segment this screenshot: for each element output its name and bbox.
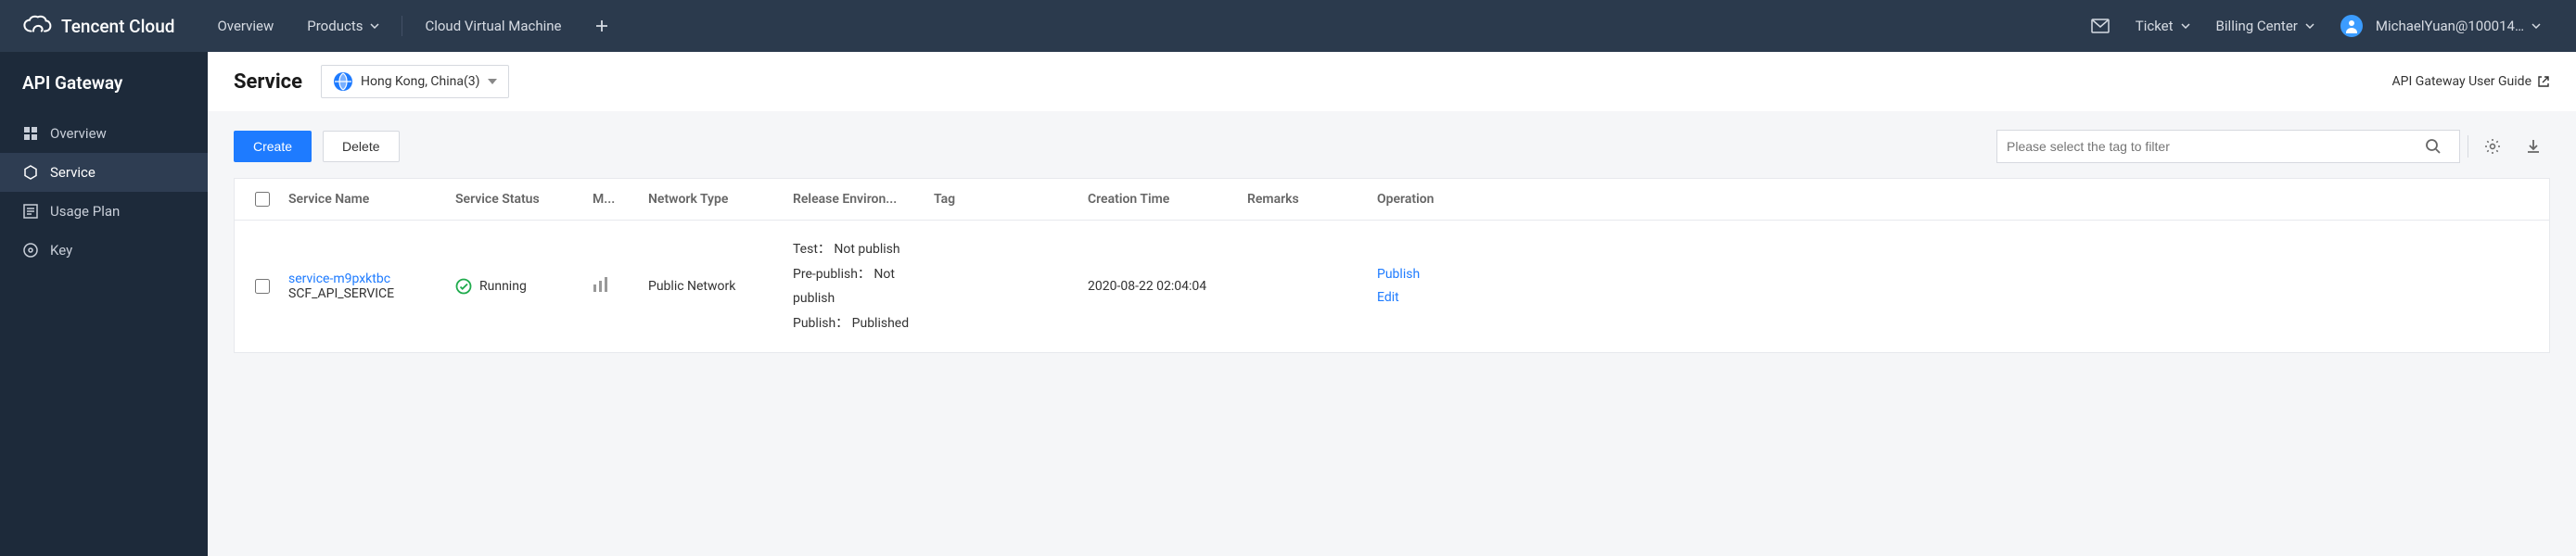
sidebar-item-usage-plan[interactable]: Usage Plan (0, 192, 208, 231)
mail-icon (2091, 19, 2110, 33)
page-title: Service (234, 70, 302, 94)
edit-link[interactable]: Edit (1377, 286, 1455, 310)
list-icon (22, 203, 39, 220)
col-monitor: M... (585, 192, 641, 207)
nav-overview[interactable]: Overview (200, 18, 290, 34)
nav-billing[interactable]: Billing Center (2203, 18, 2327, 34)
env-test-label: Test： (793, 242, 831, 257)
sidebar-item-label: Overview (50, 125, 107, 142)
content: Create Delete (208, 111, 2576, 556)
col-service-status: Service Status (448, 192, 585, 207)
page-bar: Service Hong Kong, China(3) API Gateway … (208, 52, 2576, 111)
sidebar-item-label: Usage Plan (50, 203, 120, 220)
env-pub-label: Publish： (793, 316, 848, 331)
globe-icon (333, 71, 353, 92)
create-button[interactable]: Create (234, 131, 312, 162)
table-header: Service Name Service Status M... Network… (235, 179, 2549, 221)
nav-add[interactable] (579, 19, 625, 32)
user-guide-link[interactable]: API Gateway User Guide (2392, 74, 2550, 89)
status-cell: Running (455, 278, 578, 295)
external-link-icon (2537, 75, 2550, 88)
download-button[interactable] (2517, 130, 2550, 163)
hexagon-icon (22, 164, 39, 181)
row-checkbox[interactable] (255, 279, 270, 294)
top-nav-right: Ticket Billing Center MichaelYuan@10001­… (2078, 15, 2554, 37)
avatar (2340, 15, 2363, 37)
nav-ticket-label: Ticket (2136, 18, 2174, 34)
main: Service Hong Kong, China(3) API Gateway … (208, 52, 2576, 556)
delete-button[interactable]: Delete (323, 131, 399, 162)
settings-button[interactable] (2476, 130, 2509, 163)
gear-icon (2484, 138, 2501, 155)
sidebar-item-overview[interactable]: Overview (0, 114, 208, 153)
download-icon (2525, 138, 2542, 155)
env-cell: Test： Not publish Pre-publish： Not publi… (785, 237, 926, 335)
top-nav: Tencent Cloud Overview Products Cloud Vi… (0, 0, 2576, 52)
user-guide-label: API Gateway User Guide (2392, 74, 2531, 89)
nav-products-label: Products (307, 18, 363, 34)
brand[interactable]: Tencent Cloud (22, 15, 174, 37)
col-creation-time: Creation Time (1080, 192, 1240, 207)
env-test-value: Not publish (834, 242, 899, 257)
sidebar: API Gateway Overview Service Usage Plan … (0, 52, 208, 556)
nav-user[interactable]: MichaelYuan@10001­4… (2327, 15, 2554, 37)
service-table: Service Name Service Status M... Network… (234, 178, 2550, 353)
nav-mail[interactable] (2078, 19, 2123, 33)
env-pre-label: Pre-publish： (793, 267, 871, 282)
plus-icon (595, 19, 608, 32)
tencent-cloud-logo-icon (22, 15, 52, 37)
sidebar-item-key[interactable]: Key (0, 231, 208, 270)
caret-down-icon (488, 79, 497, 84)
search-icon (2425, 138, 2442, 155)
tag-filter[interactable] (1996, 130, 2460, 163)
nav-user-label: MichaelYuan@10001­4… (2376, 18, 2524, 34)
publish-link[interactable]: Publish (1377, 263, 1455, 286)
env-pub-value: Published (852, 316, 909, 331)
table-row: service-m9pxktbc SCF_API_SERVICE Running (235, 221, 2549, 352)
monitor-link[interactable] (593, 281, 609, 296)
brand-text: Tencent Cloud (61, 16, 174, 37)
region-selector[interactable]: Hong Kong, China(3) (321, 65, 509, 98)
sidebar-title: API Gateway (0, 72, 208, 114)
status-text: Running (479, 279, 527, 294)
grid-icon (22, 125, 39, 142)
success-icon (455, 278, 472, 295)
sidebar-item-service[interactable]: Service (0, 153, 208, 192)
tag-filter-input[interactable] (2007, 139, 2417, 154)
chevron-down-icon (2305, 23, 2315, 29)
chevron-down-icon (370, 23, 379, 29)
region-label: Hong Kong, China(3) (361, 74, 480, 89)
col-release-env: Release Environ... (785, 192, 926, 207)
col-service-name: Service Name (281, 192, 448, 207)
col-remarks: Remarks (1240, 192, 1370, 207)
nav-products[interactable]: Products (290, 18, 396, 34)
toolbar: Create Delete (234, 130, 2550, 163)
key-icon (22, 242, 39, 259)
network-type-cell: Public Network (641, 279, 785, 294)
service-name-text: SCF_API_SERVICE (288, 286, 440, 301)
service-id-link[interactable]: service-m9pxktbc (288, 272, 390, 286)
user-icon (2344, 19, 2359, 33)
search-button[interactable] (2417, 130, 2450, 163)
chevron-down-icon (2181, 23, 2190, 29)
chevron-down-icon (2531, 23, 2541, 29)
time-cell: 2020-08-22 02:04:04 (1080, 279, 1240, 294)
col-tag: Tag (926, 192, 1080, 207)
nav-ticket[interactable]: Ticket (2123, 18, 2203, 34)
select-all-checkbox[interactable] (255, 192, 270, 207)
bar-chart-icon (593, 277, 609, 292)
sidebar-item-label: Key (50, 242, 72, 259)
sidebar-item-label: Service (50, 164, 96, 181)
col-operation: Operation (1370, 192, 1462, 207)
nav-cvm[interactable]: Cloud Virtual Machine (408, 18, 578, 34)
col-network-type: Network Type (641, 192, 785, 207)
nav-billing-label: Billing Center (2216, 18, 2298, 34)
